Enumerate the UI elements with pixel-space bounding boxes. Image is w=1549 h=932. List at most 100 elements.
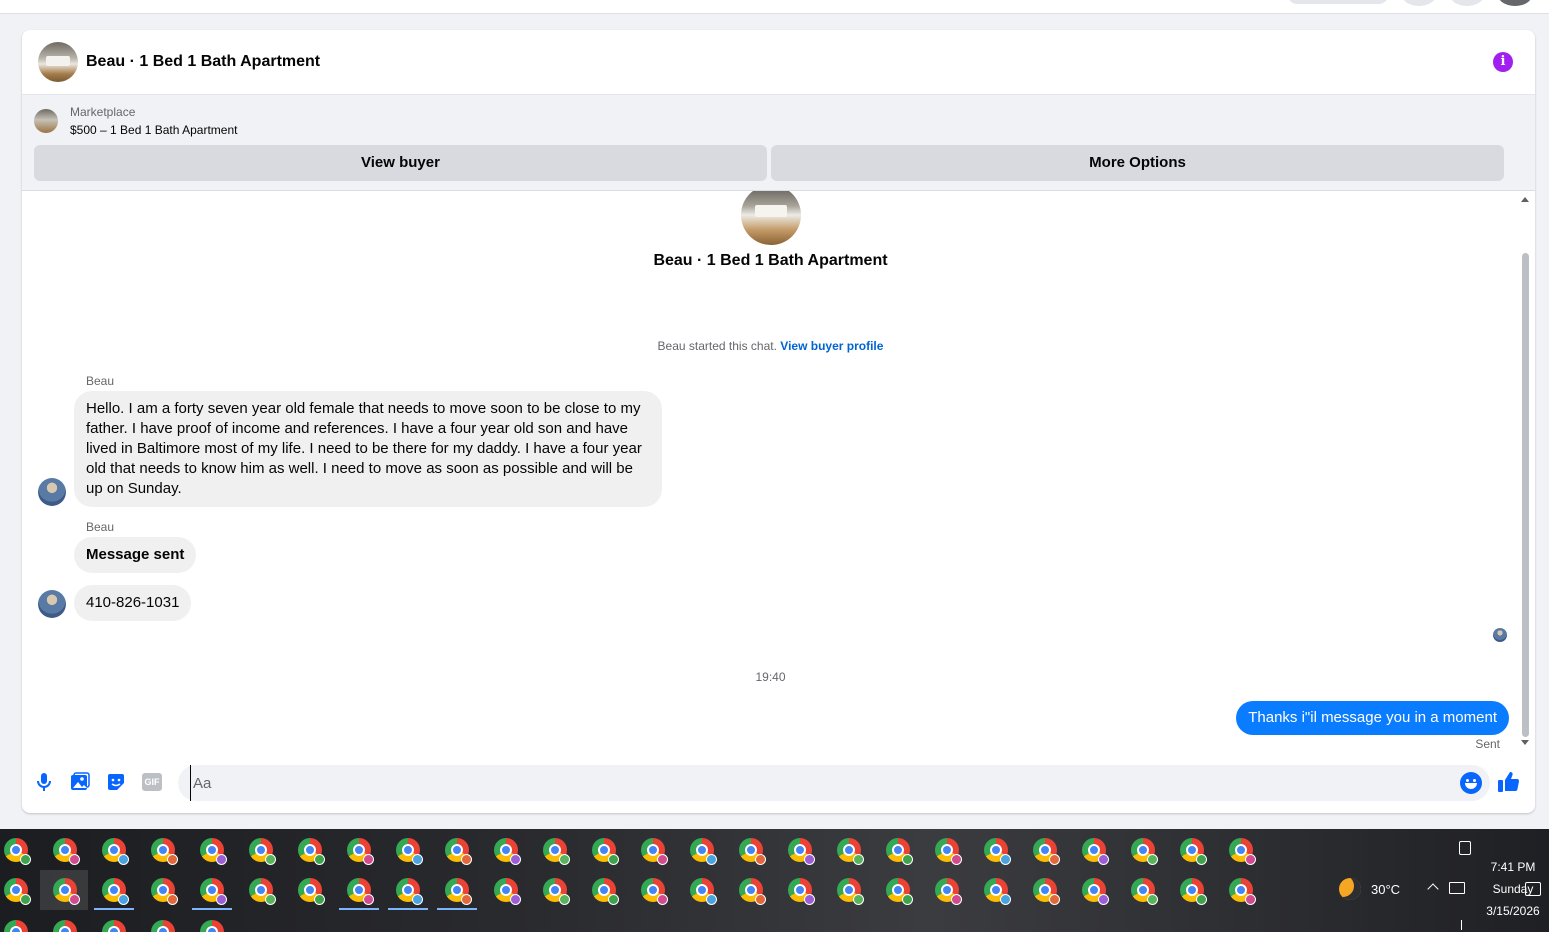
chrome-taskbar-icon[interactable] [102,920,126,932]
view-buyer-button[interactable]: View buyer [34,145,767,181]
chrome-taskbar-icon[interactable] [102,878,129,905]
chrome-taskbar-icon[interactable] [1082,838,1109,865]
chrome-taskbar-icon[interactable] [53,920,77,932]
info-icon[interactable]: i [1493,52,1513,72]
chrome-taskbar-icon[interactable] [935,838,962,865]
chrome-taskbar-icon[interactable] [984,838,1011,865]
chrome-taskbar-icon[interactable] [298,838,325,865]
chrome-taskbar-icon[interactable] [53,838,80,865]
chrome-taskbar-icon[interactable] [4,920,28,932]
gif-icon[interactable]: GIF [142,773,162,791]
chrome-taskbar-icon[interactable] [837,838,864,865]
chrome-taskbar-icon[interactable] [4,838,31,865]
listing-price-title[interactable]: $500 – 1 Bed 1 Bath Apartment [70,123,237,137]
chrome-taskbar-icon[interactable] [543,878,570,905]
clock-date[interactable]: 3/15/2026 [1473,904,1549,918]
chrome-taskbar-icon[interactable] [641,878,668,905]
chrome-taskbar-icon[interactable] [4,878,31,905]
chrome-taskbar-icon[interactable] [249,878,276,905]
notifications-icon[interactable] [1525,882,1541,896]
profile-avatar[interactable] [1498,0,1532,6]
microphone-icon[interactable] [32,770,56,794]
chrome-taskbar-icon[interactable] [935,878,962,905]
chrome-taskbar-icon[interactable] [151,878,178,905]
incoming-message[interactable]: 410-826-1031 [74,585,192,621]
marketplace-listing-banner: Marketplace $500 – 1 Bed 1 Bath Apartmen… [22,95,1535,191]
incoming-message[interactable]: Hello. I am a forty seven year old femal… [74,391,662,507]
chat-title[interactable]: Beau · 1 Bed 1 Bath Apartment [86,53,320,71]
chrome-taskbar-icon[interactable] [1033,838,1060,865]
top-nav-circle-icon[interactable] [1402,0,1436,6]
chrome-taskbar-icon[interactable] [396,838,423,865]
weather-moon-icon[interactable] [1339,878,1361,900]
chrome-taskbar-icon[interactable] [739,838,766,865]
chrome-taskbar-icon[interactable] [592,878,619,905]
chrome-taskbar-icon[interactable] [788,878,815,905]
listing-thumbnail[interactable] [34,109,58,133]
profile-badge-icon [1196,894,1207,905]
outgoing-message[interactable]: Thanks i"il message you in a moment [1236,701,1509,735]
chrome-taskbar-icon[interactable] [641,838,668,865]
volume-icon[interactable] [1461,920,1471,930]
show-hidden-icons-icon[interactable] [1427,883,1439,895]
top-nav-circle-icon[interactable] [1450,0,1484,6]
incoming-message[interactable]: Message sent [74,537,197,573]
chrome-taskbar-icon[interactable] [347,878,374,905]
chrome-taskbar-icon[interactable] [886,878,913,905]
photo-icon[interactable] [68,770,92,794]
scrollbar-thumb[interactable] [1522,253,1529,737]
chrome-taskbar-icon[interactable] [1229,838,1256,865]
sender-avatar[interactable] [38,590,66,618]
chrome-taskbar-icon[interactable] [592,838,619,865]
chrome-taskbar-icon[interactable] [1229,878,1256,905]
listing-avatar[interactable] [38,42,78,82]
top-nav-pill[interactable] [1288,0,1388,4]
chrome-taskbar-icon[interactable] [347,838,374,865]
chrome-taskbar-icon[interactable] [788,838,815,865]
chrome-taskbar-icon[interactable] [151,920,175,932]
sticker-icon[interactable] [104,770,128,794]
network-icon[interactable] [1449,882,1465,894]
message-scrollbar[interactable] [1519,193,1531,749]
chrome-taskbar-icon[interactable] [494,878,521,905]
thumbs-up-icon[interactable] [1497,770,1523,796]
message-input[interactable] [190,765,1450,801]
profile-badge-icon [20,854,31,865]
chrome-taskbar-icon[interactable] [445,878,472,905]
chrome-taskbar-icon[interactable] [298,878,325,905]
chrome-taskbar-icon[interactable] [445,838,472,865]
profile-badge-icon [755,854,766,865]
emoji-icon[interactable] [1460,772,1482,794]
scroll-up-arrow-icon[interactable] [1521,197,1529,202]
chrome-taskbar-icon[interactable] [200,838,227,865]
chrome-taskbar-icon[interactable] [53,878,80,905]
clock-time[interactable]: 7:41 PM [1473,860,1549,874]
chrome-taskbar-icon[interactable] [1180,838,1207,865]
meet-now-icon[interactable] [1459,841,1471,855]
chrome-taskbar-icon[interactable] [102,838,129,865]
chrome-taskbar-icon[interactable] [494,838,521,865]
chrome-taskbar-icon[interactable] [1082,878,1109,905]
chrome-taskbar-icon[interactable] [543,838,570,865]
chrome-taskbar-icon[interactable] [396,878,423,905]
chrome-taskbar-icon[interactable] [1131,838,1158,865]
chrome-taskbar-icon[interactable] [886,838,913,865]
chrome-taskbar-icon[interactable] [984,878,1011,905]
chrome-taskbar-icon[interactable] [837,878,864,905]
scroll-down-arrow-icon[interactable] [1521,740,1529,745]
chrome-taskbar-icon[interactable] [739,878,766,905]
weather-temperature[interactable]: 30°C [1371,882,1400,897]
chrome-taskbar-icon[interactable] [1131,878,1158,905]
chrome-taskbar-icon[interactable] [1033,878,1060,905]
chrome-taskbar-icon[interactable] [690,878,717,905]
message-list[interactable]: Beau · 1 Bed 1 Bath Apartment Beau start… [22,191,1535,751]
more-options-button[interactable]: More Options [771,145,1504,181]
chrome-taskbar-icon[interactable] [200,878,227,905]
chrome-taskbar-icon[interactable] [151,838,178,865]
chrome-taskbar-icon[interactable] [249,838,276,865]
chrome-taskbar-icon[interactable] [1180,878,1207,905]
chrome-taskbar-icon[interactable] [200,920,224,932]
chrome-taskbar-icon[interactable] [690,838,717,865]
view-buyer-profile-link[interactable]: View buyer profile [780,339,883,353]
sender-avatar[interactable] [38,478,66,506]
